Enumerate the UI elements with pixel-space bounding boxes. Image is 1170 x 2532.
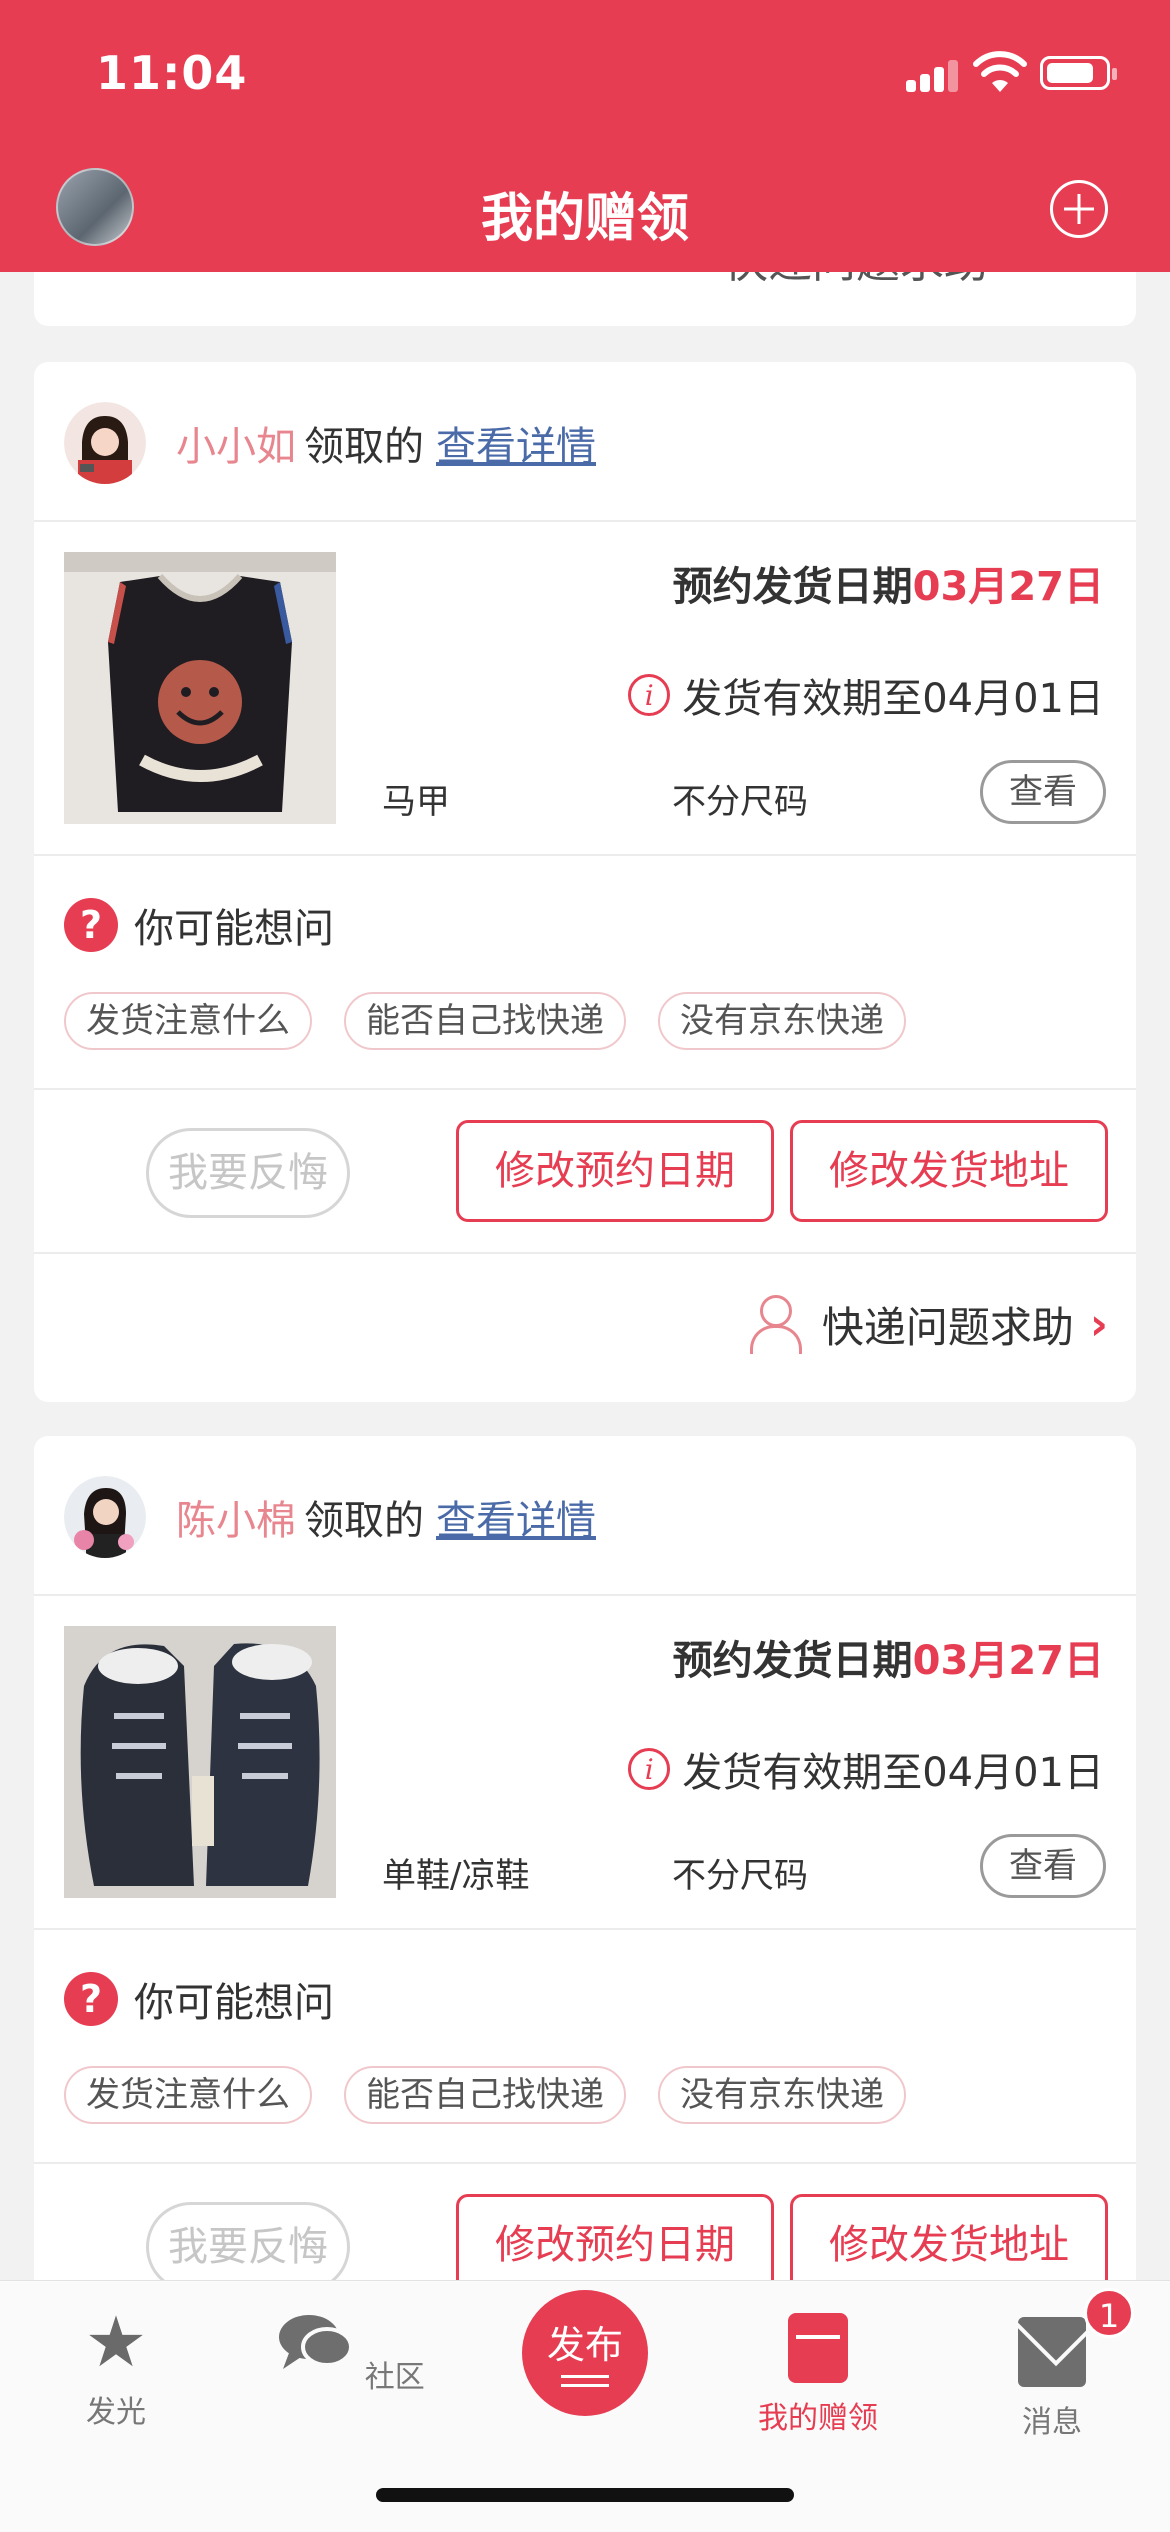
scheduled-ship-date: 预约发货日期03月27日 <box>673 1628 1104 1686</box>
regret-button[interactable]: 我要反悔 <box>146 1128 350 1218</box>
star-icon: ★ <box>84 2301 148 2383</box>
faq-section: ? 你可能想问 发货注意什么 能否自己找快递 没有京东快递 <box>34 1930 1136 2164</box>
messages-badge: 1 <box>1084 2288 1134 2338</box>
delivery-help-link[interactable]: 快递问题求助 › <box>748 1294 1108 1355</box>
question-icon: ? <box>64 898 118 952</box>
recipient-avatar[interactable] <box>64 402 146 484</box>
validity-text: 发货有效期至04月01日 <box>682 676 1104 722</box>
faq-chips: 发货注意什么 能否自己找快递 没有京东快递 <box>64 2066 938 2124</box>
publish-line <box>561 2375 609 2378</box>
received-label: 领取的 <box>304 424 424 470</box>
home-indicator <box>376 2488 794 2502</box>
date-label: 预约发货日期 <box>672 564 913 610</box>
view-details-link[interactable]: 查看详情 <box>436 424 596 470</box>
question-icon: ? <box>64 1972 118 2026</box>
add-icon[interactable] <box>1050 180 1108 238</box>
publish-button[interactable]: 发布 <box>522 2290 648 2416</box>
tab-label: 发光 <box>86 2395 146 2430</box>
tab-shine[interactable]: ★ 发光 <box>16 2307 216 2431</box>
date-value: 03月27日 <box>912 1638 1104 1684</box>
app-header: 11:04 我的赠领 <box>0 0 1170 272</box>
help-label: 快递问题求助 <box>821 1303 1074 1352</box>
gift-card: 陈小棉 领取的 查看详情 预约发货日期03月27日 i 发货有效期至04月01日 单… <box>34 1436 1136 2336</box>
faq-title: ? 你可能想问 <box>64 1970 334 2028</box>
publish-label: 发布 <box>546 2323 623 2367</box>
cellular-signal-icon <box>906 58 960 92</box>
card-header: 陈小棉 领取的 查看详情 <box>34 1436 1136 1596</box>
faq-title: ? 你可能想问 <box>64 896 334 954</box>
faq-chip[interactable]: 没有京东快递 <box>658 992 906 1050</box>
validity-line: i 发货有效期至04月01日 <box>628 1740 1104 1798</box>
tab-community[interactable]: 社区 <box>250 2307 450 2396</box>
wifi-icon <box>973 51 1027 92</box>
tab-label: 我的赠领 <box>758 2401 878 2436</box>
date-value: 03月27日 <box>912 564 1104 610</box>
mail-icon <box>1018 2317 1086 2387</box>
recipient-line: 小小如 领取的 查看详情 <box>176 414 596 472</box>
gift-box-icon <box>788 2313 848 2383</box>
recipient-name[interactable]: 小小如 <box>176 424 296 470</box>
faq-chip[interactable]: 没有京东快递 <box>658 2066 906 2124</box>
faq-section: ? 你可能想问 发货注意什么 能否自己找快递 没有京东快递 <box>34 856 1136 1090</box>
recipient-name[interactable]: 陈小棉 <box>176 1498 296 1544</box>
item-category: 马甲 <box>382 782 450 822</box>
faq-chips: 发货注意什么 能否自己找快递 没有京东快递 <box>64 992 938 1050</box>
validity-text: 发货有效期至04月01日 <box>682 1750 1104 1796</box>
received-label: 领取的 <box>304 1498 424 1544</box>
item-size: 不分尺码 <box>672 782 808 822</box>
chat-bubble-icon <box>279 2315 354 2369</box>
battery-icon <box>1040 56 1117 90</box>
change-date-button[interactable]: 修改预约日期 <box>456 1120 774 1222</box>
item-size: 不分尺码 <box>672 1856 808 1896</box>
item-category: 单鞋/凉鞋 <box>382 1856 530 1896</box>
change-address-button[interactable]: 修改发货地址 <box>790 1120 1108 1222</box>
view-button[interactable]: 查看 <box>980 760 1106 824</box>
date-label: 预约发货日期 <box>672 1638 913 1684</box>
publish-line <box>561 2384 609 2387</box>
regret-button[interactable]: 我要反悔 <box>146 2202 350 2292</box>
recipient-avatar[interactable] <box>64 1476 146 1558</box>
tab-label: 社区 <box>364 2360 425 2395</box>
person-icon <box>748 1294 802 1355</box>
page-title: 我的赠领 <box>480 189 689 249</box>
delivery-help-row[interactable]: 快递问题求助 › <box>34 1254 1136 1394</box>
scheduled-ship-date: 预约发货日期03月27日 <box>673 554 1104 612</box>
faq-title-text: 你可能想问 <box>134 1980 334 2026</box>
status-time: 11:04 <box>96 46 248 100</box>
info-icon[interactable]: i <box>628 1748 671 1790</box>
chevron-right-icon: › <box>1089 1299 1108 1350</box>
view-button[interactable]: 查看 <box>980 1834 1106 1898</box>
item-row: 预约发货日期03月27日 i 发货有效期至04月01日 单鞋/凉鞋 不分尺码 查… <box>34 1596 1136 1930</box>
tab-my-gifts[interactable]: 我的赠领 <box>718 2307 918 2437</box>
faq-title-text: 你可能想问 <box>134 906 334 952</box>
faq-chip[interactable]: 能否自己找快递 <box>344 992 626 1050</box>
validity-line: i 发货有效期至04月01日 <box>628 666 1104 724</box>
item-photo[interactable] <box>64 552 336 824</box>
card-actions: 我要反悔 修改预约日期 修改发货地址 <box>34 1090 1136 1254</box>
faq-chip[interactable]: 发货注意什么 <box>64 2066 312 2124</box>
faq-chip[interactable]: 发货注意什么 <box>64 992 312 1050</box>
view-details-link[interactable]: 查看详情 <box>436 1498 596 1544</box>
faq-chip[interactable]: 能否自己找快递 <box>344 2066 626 2124</box>
tab-label: 消息 <box>1022 2405 1082 2440</box>
info-icon[interactable]: i <box>628 674 671 716</box>
card-header: 小小如 领取的 查看详情 <box>34 362 1136 522</box>
status-bar: 11:04 <box>0 0 1170 150</box>
item-photo[interactable] <box>64 1626 336 1898</box>
item-row: 预约发货日期03月27日 i 发货有效期至04月01日 马甲 不分尺码 查看 <box>34 522 1136 856</box>
gift-card: 小小如 领取的 查看详情 预约发货日期03月27日 i 发货有效期至04月01日 马… <box>34 362 1136 1402</box>
recipient-line: 陈小棉 领取的 查看详情 <box>176 1488 596 1546</box>
